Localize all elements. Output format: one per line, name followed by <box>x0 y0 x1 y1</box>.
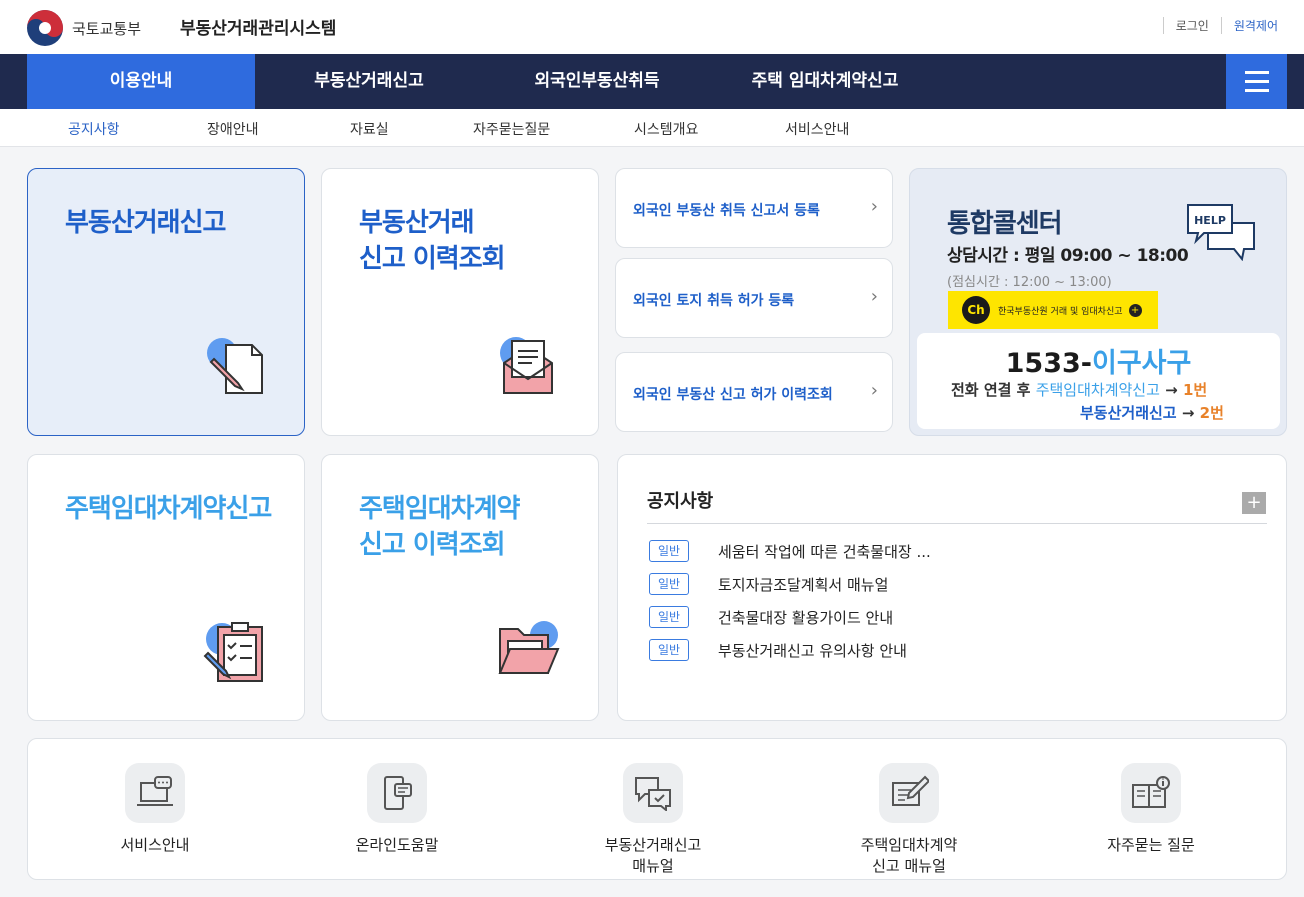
line1-number: 1번 <box>1182 381 1208 399</box>
line1-target: 주택임대차계약신고 <box>1035 381 1160 399</box>
subnav-service-info[interactable]: 서비스안내 <box>785 119 849 139</box>
quick-service-info[interactable]: 서비스안내 <box>55 763 255 856</box>
book-info-icon <box>1121 763 1181 823</box>
callcenter-panel: 통합콜센터 상담시간 : 평일 09:00 ~ 18:00 (점심시간 : 12… <box>909 168 1287 436</box>
edit-note-icon <box>879 763 939 823</box>
login-link[interactable]: 로그인 <box>1162 17 1221 34</box>
category-badge: 일반 <box>649 573 689 595</box>
taegeuk-icon <box>27 10 63 46</box>
ministry-name: 국토교통부 <box>72 19 142 38</box>
category-badge: 일반 <box>649 540 689 562</box>
quick-menu: 서비스안내 온라인도움말 부동산거래신고 매뉴얼 주택임대차계약 신고 매뉴얼 … <box>27 738 1287 880</box>
card-title: 주택임대차계약신고 <box>65 494 272 524</box>
quick-label: 주택임대차계약 신고 매뉴얼 <box>860 836 958 875</box>
kakao-label: 한국부동산원 거래 및 임대차신고 <box>998 306 1123 317</box>
ministry-logo[interactable]: 국토교통부 <box>26 9 141 47</box>
notice-item[interactable]: 일반 토지자금조달계획서 매뉴얼 <box>649 572 888 596</box>
subnav-library[interactable]: 자료실 <box>350 119 389 139</box>
notice-item-title: 세움터 작업에 따른 건축물대장 ... <box>718 542 931 561</box>
line2-arrow: → <box>1181 404 1195 422</box>
line2-target: 부동산거래신고 <box>1080 404 1177 422</box>
notice-item-title: 건축물대장 활용가이드 안내 <box>718 608 894 627</box>
notice-item-title: 부동산거래신고 유의사항 안내 <box>718 641 907 660</box>
notice-item-title: 토지자금조달계획서 매뉴얼 <box>718 575 889 594</box>
quick-label: 서비스안내 <box>120 836 190 854</box>
notice-item[interactable]: 일반 건축물대장 활용가이드 안내 <box>649 605 893 629</box>
card-real-estate-report[interactable]: 부동산거래신고 <box>27 168 305 436</box>
line2-number: 2번 <box>1199 404 1224 422</box>
more-plus-icon[interactable]: + <box>1242 492 1266 514</box>
card-real-estate-history[interactable]: 부동산거래 신고 이력조회 <box>321 168 599 436</box>
foreigner-permit-history-link[interactable]: 외국인 부동산 신고 허가 이력조회 › <box>615 352 893 432</box>
callcenter-number-box: 1533-이구사구 전화 연결 후 주택임대차계약신고 → 1번 부동산거래신고… <box>917 333 1280 429</box>
divider <box>647 523 1267 524</box>
remote-control-link[interactable]: 원격제어 <box>1220 17 1278 34</box>
card-lease-history[interactable]: 주택임대차계약 신고 이력조회 <box>321 454 599 721</box>
link-label: 외국인 부동산 취득 신고서 등록 <box>633 203 820 219</box>
subnav-faq[interactable]: 자주묻는질문 <box>473 119 550 139</box>
line1-arrow: → <box>1165 381 1178 399</box>
kakao-channel-button[interactable]: Ch 한국부동산원 거래 및 임대차신고 + <box>948 291 1158 329</box>
nav-lease-report[interactable]: 주택 임대차계약신고 <box>720 54 930 109</box>
notice-panel: 공지사항 + 일반 세움터 작업에 따른 건축물대장 ... 일반 토지자금조달… <box>617 454 1287 721</box>
kakao-ch-icon: Ch <box>962 296 990 324</box>
callcenter-hours: 상담시간 : 평일 09:00 ~ 18:00 <box>947 246 1189 266</box>
site-title[interactable]: 부동산거래관리시스템 <box>180 14 336 39</box>
notice-item[interactable]: 일반 부동산거래신고 유의사항 안내 <box>649 638 907 662</box>
callcenter-lunch: (점심시간 : 12:00 ~ 13:00) <box>947 275 1112 290</box>
nav-foreigner-acquisition[interactable]: 외국인부동산취득 <box>498 54 696 109</box>
line1-prefix: 전화 연결 후 <box>951 381 1031 399</box>
plus-icon: + <box>1128 303 1142 317</box>
hamburger-icon[interactable] <box>1226 54 1287 109</box>
subnav-system-overview[interactable]: 시스템개요 <box>634 119 698 139</box>
sub-nav: 공지사항 장애안내 자료실 자주묻는질문 시스템개요 서비스안내 <box>0 109 1304 147</box>
quick-label: 부동산거래신고 매뉴얼 <box>604 836 702 875</box>
number-suffix: 이구사구 <box>1091 348 1192 379</box>
notice-item[interactable]: 일반 세움터 작업에 따른 건축물대장 ... <box>649 539 931 563</box>
foreigner-acquisition-register-link[interactable]: 외국인 부동산 취득 신고서 등록 › <box>615 168 893 248</box>
open-folder-icon <box>498 621 560 674</box>
main-nav: 이용안내 부동산거래신고 외국인부동산취득 주택 임대차계약신고 <box>0 54 1304 109</box>
qa-bubbles-icon <box>623 763 683 823</box>
quick-lease-manual[interactable]: 주택임대차계약 신고 매뉴얼 <box>809 763 1009 877</box>
help-text: HELP <box>1194 214 1226 227</box>
clipboard-checklist-icon <box>203 622 263 682</box>
link-label: 외국인 부동산 신고 허가 이력조회 <box>633 387 833 403</box>
laptop-chat-icon <box>125 763 185 823</box>
number-prefix: 1533- <box>1005 348 1092 379</box>
card-title: 부동산거래 신고 이력조회 <box>359 208 506 274</box>
quick-label: 온라인도움말 <box>355 836 439 854</box>
help-bubble-icon: HELP <box>1187 204 1255 261</box>
subnav-outage[interactable]: 장애안내 <box>207 119 259 139</box>
utility-links: 로그인 원격제어 <box>1162 17 1278 34</box>
notice-title: 공지사항 <box>647 491 714 512</box>
card-lease-report[interactable]: 주택임대차계약신고 <box>27 454 305 721</box>
mail-letter-icon <box>500 337 553 394</box>
callcenter-line1: 전화 연결 후 주택임대차계약신고 → 1번 <box>951 379 1207 400</box>
category-badge: 일반 <box>649 606 689 628</box>
link-label: 외국인 토지 취득 허가 등록 <box>633 293 795 309</box>
mobile-help-icon <box>367 763 427 823</box>
callcenter-line2: 부동산거래신고 → 2번 <box>1080 402 1224 423</box>
nav-real-estate-report[interactable]: 부동산거래신고 <box>270 54 468 109</box>
quick-online-help[interactable]: 온라인도움말 <box>297 763 497 856</box>
nav-usage-guide[interactable]: 이용안내 <box>27 54 255 109</box>
quick-faq[interactable]: 자주묻는 질문 <box>1051 763 1251 856</box>
chevron-right-icon: › <box>870 380 878 401</box>
subnav-notice[interactable]: 공지사항 <box>68 119 120 139</box>
chevron-right-icon: › <box>870 196 878 217</box>
foreigner-land-permit-link[interactable]: 외국인 토지 취득 허가 등록 › <box>615 258 893 338</box>
category-badge: 일반 <box>649 639 689 661</box>
chevron-right-icon: › <box>870 286 878 307</box>
callcenter-number: 1533-이구사구 <box>917 341 1280 380</box>
quick-label: 자주묻는 질문 <box>1107 836 1195 854</box>
card-title: 주택임대차계약 신고 이력조회 <box>359 494 520 560</box>
callcenter-title: 통합콜센터 <box>947 209 1063 239</box>
card-title: 부동산거래신고 <box>65 208 226 238</box>
document-pen-icon <box>207 338 263 394</box>
top-header: 국토교통부 부동산거래관리시스템 로그인 원격제어 <box>0 0 1304 54</box>
quick-real-estate-manual[interactable]: 부동산거래신고 매뉴얼 <box>553 763 753 877</box>
